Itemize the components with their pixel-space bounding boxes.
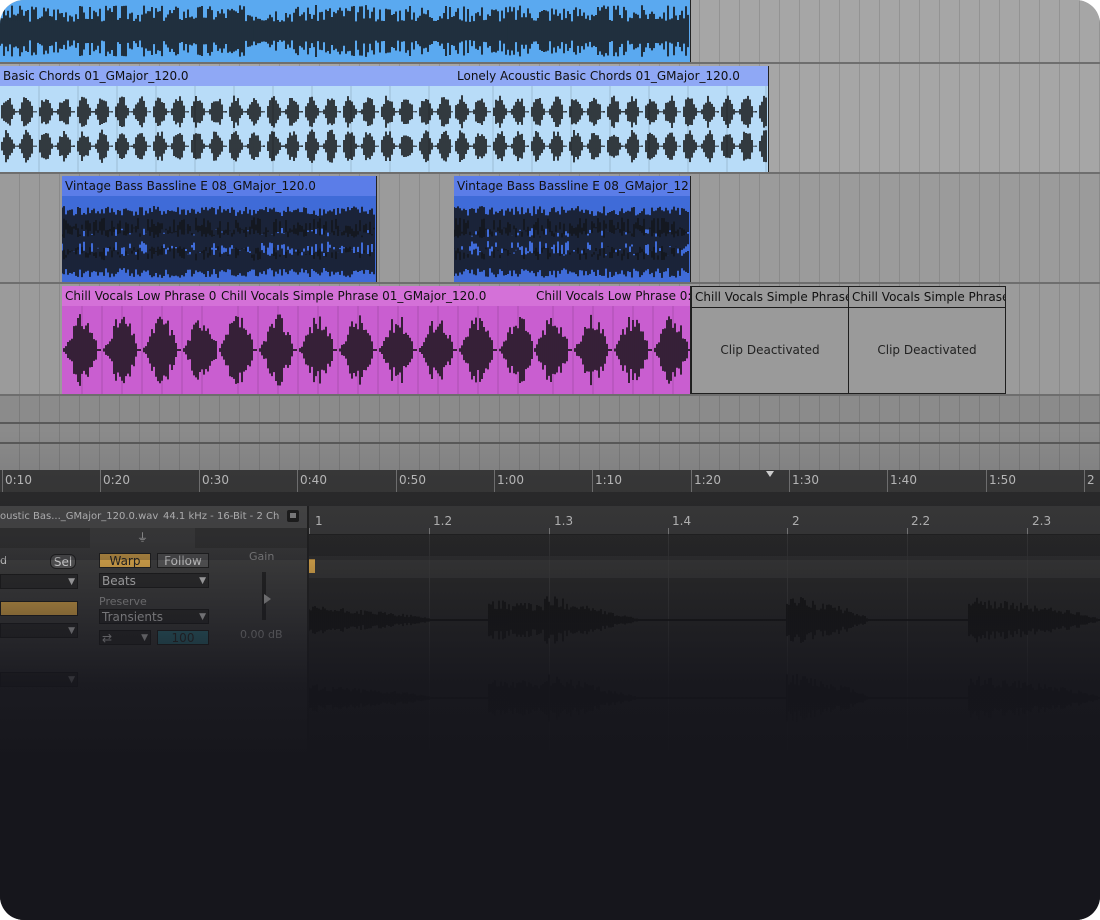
sample-file-info: oustic Bas..._GMajor_120.0.wav 44.1 kHz … — [0, 506, 307, 528]
waveform-vocals-2 — [219, 306, 533, 394]
ruler-label: 0:10 — [5, 473, 32, 487]
ruler-label: 1:40 — [890, 473, 917, 487]
ruler-tick — [789, 470, 790, 492]
clip-vocals-2[interactable]: Chill Vocals Simple Phrase 01_GMajor_120… — [218, 286, 534, 394]
clip-top-audio[interactable] — [0, 0, 691, 62]
ruler-label: 2 — [1087, 473, 1095, 487]
detail-view-splitter[interactable] — [0, 492, 1100, 506]
warp-marker-strip[interactable] — [309, 556, 1100, 578]
ruler-tick — [199, 470, 200, 492]
ruler-label: 1:00 — [497, 473, 524, 487]
clip-deactivated-2[interactable]: Chill Vocals Simple Phrase Clip Deactiva… — [848, 286, 1006, 394]
gain-label: Gain — [249, 550, 275, 563]
tab-audio[interactable]: ⏚ — [90, 528, 195, 548]
ruler-tick — [691, 470, 692, 492]
detail-view: oustic Bas..._GMajor_120.0.wav 44.1 kHz … — [0, 506, 1100, 920]
clip-bass-2[interactable]: Vintage Bass Bassline E 08_GMajor_12 — [454, 176, 691, 282]
clip-deactivated-2-message: Clip Deactivated — [877, 343, 977, 357]
ruler-tick — [887, 470, 888, 492]
clip-deactivated-2-title: Chill Vocals Simple Phrase — [849, 287, 1005, 308]
clip-chords-2-title: Lonely Acoustic Basic Chords 01_GMajor_1… — [454, 66, 768, 86]
waveform-top — [0, 4, 689, 58]
ruler-label: 0:50 — [399, 473, 426, 487]
clip-label-d: d — [0, 554, 7, 567]
beat-label: 2 — [792, 514, 800, 528]
follow-button[interactable]: Follow — [157, 553, 209, 568]
clip-bass-1-title: Vintage Bass Bassline E 08_GMajor_120.0 — [62, 176, 376, 196]
warp-mode-select[interactable]: Beats — [99, 573, 209, 588]
waveform-bass-1 — [62, 206, 375, 278]
clip-bass-1[interactable]: Vintage Bass Bassline E 08_GMajor_120.0 — [62, 176, 377, 282]
warp-button[interactable]: Warp — [99, 553, 151, 568]
beat-tick — [309, 528, 310, 534]
ruler-tick — [396, 470, 397, 492]
beat-label: 1.2 — [433, 514, 453, 528]
ruler-label: 1:20 — [694, 473, 721, 487]
lane-divider — [0, 442, 1100, 444]
envelope-value-field[interactable]: 100 — [157, 630, 209, 645]
clip-vocals-2-title: Chill Vocals Simple Phrase 01_GMajor_120… — [218, 286, 533, 306]
clip-tabs: ⏚ — [0, 528, 307, 548]
start-marker-icon[interactable] — [309, 559, 315, 573]
playhead-marker-icon[interactable] — [766, 471, 774, 477]
clip-chords-1[interactable]: Basic Chords 01_GMajor_120.0 — [0, 66, 455, 172]
gain-value: 0.00 dB — [240, 628, 283, 641]
clip-deactivated-1-title: Chill Vocals Simple Phrase — [692, 287, 848, 308]
waveform-chords-2 — [455, 86, 767, 172]
ruler-label: 1:10 — [595, 473, 622, 487]
beat-label: 2.2 — [911, 514, 931, 528]
sel-button[interactable]: Sel — [50, 554, 76, 569]
preserve-select[interactable]: Transients — [99, 609, 209, 624]
waveform-chords-1 — [1, 86, 453, 172]
beat-label: 1.3 — [554, 514, 574, 528]
waveform-vocals-1 — [63, 306, 217, 394]
ruler-tick — [100, 470, 101, 492]
clip-deactivated-1-message: Clip Deactivated — [720, 343, 820, 357]
launch-mode-toggle[interactable] — [0, 601, 78, 616]
save-sample-icon[interactable] — [287, 510, 299, 522]
length-field[interactable] — [0, 623, 78, 638]
ruler-tick — [297, 470, 298, 492]
loop-mode-select[interactable]: ⇄ — [99, 630, 151, 645]
ruler-tick — [1084, 470, 1085, 492]
sample-file-format: 44.1 kHz - 16-Bit - 2 Ch — [163, 511, 280, 522]
ruler-tick — [592, 470, 593, 492]
tab-envelopes[interactable] — [196, 528, 306, 548]
clip-deactivated-1[interactable]: Chill Vocals Simple Phrase Clip Deactiva… — [691, 286, 849, 394]
clip-vocals-3-title: Chill Vocals Low Phrase 0: — [533, 286, 690, 306]
quantize-select[interactable] — [0, 672, 78, 687]
sample-waveform — [309, 596, 1100, 723]
waveform-vocals-3 — [534, 306, 690, 394]
clip-vocals-1-title: Chill Vocals Low Phrase 0 — [62, 286, 218, 306]
ableton-window: Basic Chords 01_GMajor_120.0 Lonely Acou… — [0, 0, 1100, 920]
preserve-label: Preserve — [99, 595, 147, 608]
clip-chords-1-title: Basic Chords 01_GMajor_120.0 — [0, 66, 454, 86]
lane-divider — [0, 422, 1100, 424]
ruler-label: 0:20 — [103, 473, 130, 487]
clip-properties-panel: oustic Bas..._GMajor_120.0.wav 44.1 kHz … — [0, 506, 309, 920]
clip-chords-2[interactable]: Lonely Acoustic Basic Chords 01_GMajor_1… — [454, 66, 769, 172]
sample-file-name: oustic Bas..._GMajor_120.0.wav — [0, 511, 159, 522]
waveform-bass-2 — [454, 206, 689, 278]
clip-vocals-1[interactable]: Chill Vocals Low Phrase 0 — [62, 286, 219, 394]
clip-vocals-3[interactable]: Chill Vocals Low Phrase 0: — [533, 286, 691, 394]
time-ruler[interactable]: 0:10 0:20 0:30 0:40 0:50 1:00 1:10 1:20 … — [0, 470, 1100, 492]
ruler-tick — [986, 470, 987, 492]
clip-bass-2-title: Vintage Bass Bassline E 08_GMajor_12 — [454, 176, 690, 196]
sample-beat-ruler[interactable]: 1 1.2 1.3 1.4 2 2.2 2.3 — [309, 506, 1100, 535]
sample-editor[interactable]: 1 1.2 1.3 1.4 2 2.2 2.3 — [309, 506, 1100, 920]
beat-label: 2.3 — [1032, 514, 1052, 528]
clip-name-field[interactable] — [0, 574, 78, 589]
ruler-tick — [2, 470, 3, 492]
beat-label: 1.4 — [672, 514, 692, 528]
beat-label: 1 — [315, 514, 323, 528]
ruler-label: 1:30 — [792, 473, 819, 487]
ruler-tick — [494, 470, 495, 492]
ruler-label: 0:30 — [202, 473, 229, 487]
empty-track-lanes — [0, 396, 1100, 470]
ruler-label: 1:50 — [989, 473, 1016, 487]
gain-slider-thumb[interactable] — [264, 594, 271, 604]
ruler-label: 0:40 — [300, 473, 327, 487]
